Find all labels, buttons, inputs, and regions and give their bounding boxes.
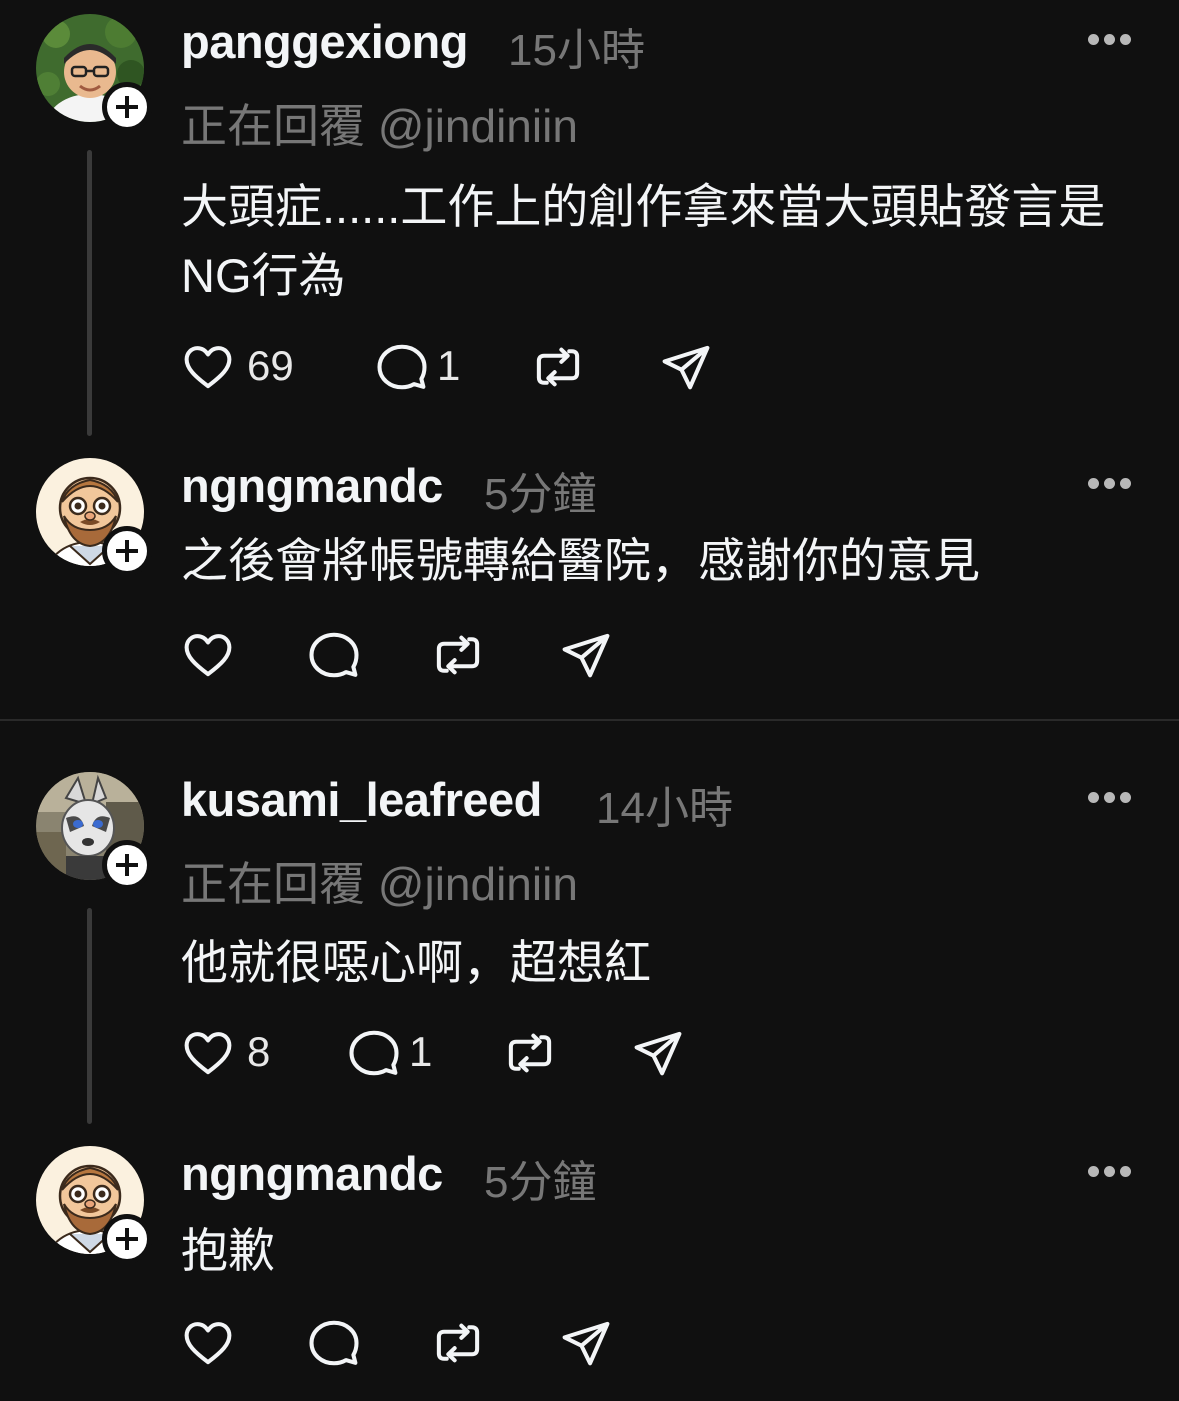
timestamp: 5分鐘 [484, 470, 597, 519]
reply-count: 1 [437, 342, 461, 389]
thread-connector-line [87, 150, 92, 436]
send-icon [634, 1031, 682, 1076]
share-button[interactable] [659, 340, 713, 394]
reply-button[interactable]: 1 [347, 1026, 447, 1080]
like-button[interactable]: 69 [181, 340, 311, 394]
send-icon [562, 1321, 610, 1366]
username[interactable]: ngngmandc [181, 458, 443, 513]
username[interactable]: kusami_leafreed [181, 772, 542, 827]
repost-icon [436, 635, 480, 675]
like-button[interactable]: 8 [181, 1026, 281, 1080]
comment-bubble-icon [309, 632, 359, 678]
timestamp: 15小時 [508, 26, 645, 75]
follow-plus-icon[interactable] [102, 526, 152, 576]
post-kusami-leafreed: kusami_leafreed 14小時 正在回覆 @jindiniin 他就很… [0, 760, 1179, 1130]
post-actions [181, 628, 621, 682]
repost-icon [536, 347, 580, 387]
comment-bubble-icon [377, 344, 427, 390]
post-text: 大頭症......工作上的創作拿來當大頭貼發言是NG行為 [181, 180, 1106, 302]
username[interactable]: ngngmandc [181, 1146, 443, 1201]
heart-icon [184, 346, 232, 389]
send-icon [562, 633, 610, 678]
like-button[interactable] [181, 1316, 235, 1370]
comment-bubble-icon [349, 1030, 399, 1076]
reply-button[interactable]: 1 [375, 340, 475, 394]
post-actions: 69 1 [181, 340, 741, 394]
reply-button[interactable] [307, 628, 361, 682]
post-text: 抱歉 [181, 1224, 275, 1277]
follow-plus-icon[interactable] [102, 840, 152, 890]
heart-icon [184, 1322, 232, 1365]
replying-to-label[interactable]: 正在回覆 @jindiniin [181, 90, 578, 156]
heart-icon [184, 634, 232, 677]
post-text: 他就很噁心啊，超想紅 [181, 936, 651, 989]
timestamp: 5分鐘 [484, 1158, 597, 1207]
comment-bubble-icon [309, 1320, 359, 1366]
thread-connector-line [87, 908, 92, 1124]
post-ngngmandc-reply-2: ngngmandc 5分鐘 抱歉 [0, 1130, 1179, 1401]
like-button[interactable] [181, 628, 235, 682]
post-actions [181, 1316, 621, 1370]
post-ngngmandc-reply-1: ngngmandc 5分鐘 之後會將帳號轉給醫院，感謝你的意見 [0, 440, 1179, 720]
more-horizontal-icon[interactable] [1088, 1166, 1132, 1178]
timestamp: 14小時 [596, 784, 733, 833]
post-actions: 8 1 [181, 1026, 701, 1080]
replying-to-label[interactable]: 正在回覆 @jindiniin [181, 848, 578, 914]
username[interactable]: panggexiong [181, 14, 468, 69]
share-button[interactable] [559, 1316, 613, 1370]
more-horizontal-icon[interactable] [1088, 478, 1132, 490]
more-horizontal-icon[interactable] [1088, 34, 1132, 46]
reply-count: 1 [409, 1028, 433, 1075]
follow-plus-icon[interactable] [102, 82, 152, 132]
reply-button[interactable] [307, 1316, 361, 1370]
share-button[interactable] [559, 628, 613, 682]
post-text: 之後會將帳號轉給醫院，感謝你的意見 [181, 534, 980, 587]
heart-icon [184, 1032, 232, 1075]
share-button[interactable] [631, 1026, 685, 1080]
repost-button[interactable] [503, 1026, 557, 1080]
repost-button[interactable] [531, 340, 585, 394]
repost-button[interactable] [431, 628, 485, 682]
like-count: 8 [247, 1028, 271, 1075]
thread-divider [0, 719, 1179, 721]
send-icon [662, 345, 710, 390]
post-panggexiong: panggexiong 15小時 正在回覆 @jindiniin 大頭症....… [0, 0, 1179, 440]
repost-button[interactable] [431, 1316, 485, 1370]
repost-icon [436, 1323, 480, 1363]
follow-plus-icon[interactable] [102, 1214, 152, 1264]
repost-icon [508, 1033, 552, 1073]
more-horizontal-icon[interactable] [1088, 792, 1132, 804]
like-count: 69 [247, 342, 294, 389]
